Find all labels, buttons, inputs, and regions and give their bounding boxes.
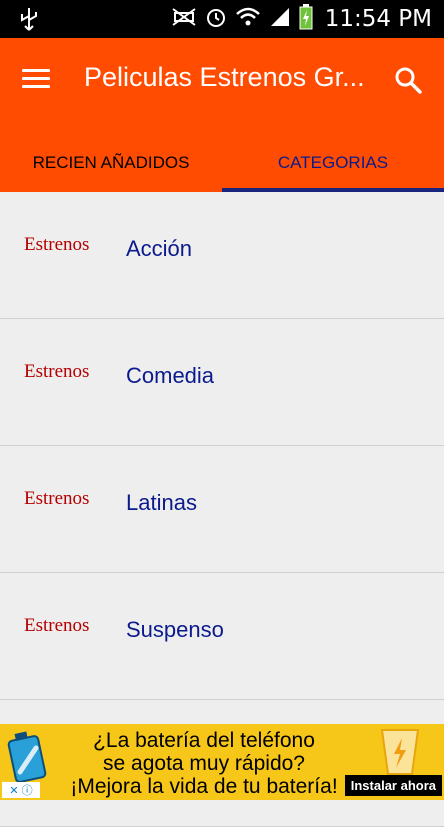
tab-bar: RECIEN AÑADIDOS CATEGORIAS	[0, 134, 444, 192]
no-signal-icon	[171, 7, 197, 32]
ad-close-button[interactable]: ✕ ⓘ	[2, 782, 40, 798]
app-bar: Peliculas Estrenos Gr... RECIEN AÑADIDOS…	[0, 38, 444, 192]
battery-charging-icon	[299, 3, 313, 35]
category-label: Comedia	[126, 363, 215, 388]
category-label: Acción	[126, 236, 193, 261]
search-button[interactable]	[394, 66, 424, 96]
ad-text: ¿La batería del teléfono se agota muy rá…	[54, 729, 354, 798]
estrenos-logo: Estrenos	[24, 488, 90, 509]
ad-line-1: ¿La batería del teléfono	[93, 729, 315, 752]
search-icon	[395, 67, 422, 94]
category-label: Suspenso	[126, 617, 224, 642]
status-bar: 11:54 PM	[0, 0, 444, 38]
menu-button[interactable]	[22, 64, 56, 98]
tab-recien-anadidos[interactable]: RECIEN AÑADIDOS	[0, 134, 222, 192]
estrenos-logo: Estrenos	[24, 615, 90, 636]
clock: 11:54 PM	[324, 6, 432, 32]
list-item[interactable]: Estrenos Acción	[0, 192, 444, 319]
list-item[interactable]: Estrenos Suspenso	[0, 573, 444, 700]
menu-icon	[22, 69, 56, 88]
alarm-icon	[205, 6, 227, 33]
close-icon: ✕	[9, 784, 19, 797]
ad-line-3: ¡Mejora la vida de tu batería!	[70, 775, 338, 798]
battery-icon	[6, 728, 54, 789]
ad-banner[interactable]: ¿La batería del teléfono se agota muy rá…	[0, 724, 444, 800]
signal-icon	[269, 6, 291, 33]
app-title: Peliculas Estrenos Gr...	[84, 62, 365, 92]
list-item[interactable]: Estrenos Comedia	[0, 319, 444, 446]
usb-icon	[18, 6, 40, 37]
list-item[interactable]: Estrenos Latinas	[0, 446, 444, 573]
ad-line-2: se agota muy rápido?	[103, 752, 305, 775]
category-label: Latinas	[126, 490, 197, 515]
battery-cup-icon	[378, 726, 422, 781]
wifi-icon	[235, 6, 261, 33]
estrenos-logo: Estrenos	[24, 234, 90, 255]
install-now-button[interactable]: Instalar ahora	[344, 775, 442, 796]
tab-categorias[interactable]: CATEGORIAS	[222, 134, 444, 192]
estrenos-logo: Estrenos	[24, 361, 90, 382]
info-icon: ⓘ	[21, 785, 33, 797]
